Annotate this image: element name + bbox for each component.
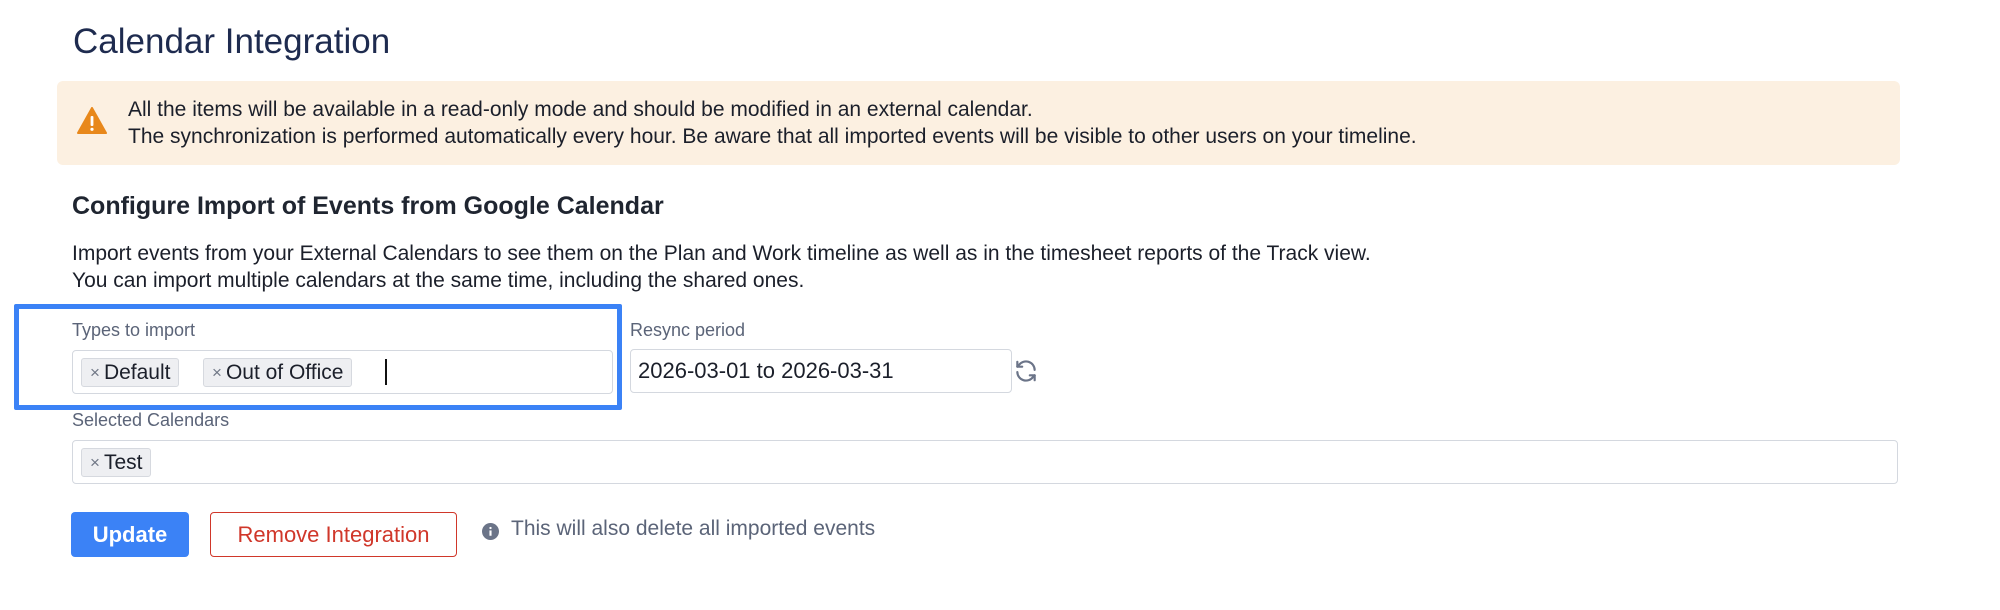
refresh-icon[interactable] <box>1013 358 1039 384</box>
focus-highlight <box>14 304 622 410</box>
section-title: Configure Import of Events from Google C… <box>72 192 664 220</box>
resync-period-label: Resync period <box>630 320 746 340</box>
description-line-2: You can import multiple calendars at the… <box>72 269 805 292</box>
remove-chip-icon[interactable]: × <box>90 453 100 472</box>
description-line-1: Import events from your External Calenda… <box>72 242 1371 265</box>
resync-period-value: 2026-03-01 to 2026-03-31 <box>638 358 894 383</box>
alert-line-1: All the items will be available in a rea… <box>128 98 1033 121</box>
chip-label: Test <box>103 451 143 474</box>
alert-message: All the items will be available in a rea… <box>128 96 1417 150</box>
remove-info-text: This will also delete all imported event… <box>511 517 876 540</box>
update-button[interactable]: Update <box>71 512 189 557</box>
resync-period-input[interactable]: 2026-03-01 to 2026-03-31 <box>630 349 1012 393</box>
remove-integration-button[interactable]: Remove Integration <box>210 512 457 557</box>
section-description: Import events from your External Calenda… <box>72 240 1371 294</box>
info-alert: All the items will be available in a rea… <box>57 81 1900 165</box>
info-icon <box>482 523 499 540</box>
alert-line-2: The synchronization is performed automat… <box>128 125 1417 148</box>
warning-icon <box>77 107 107 134</box>
page-title: Calendar Integration <box>73 22 391 61</box>
calendar-chip-test: × Test <box>81 448 152 477</box>
selected-calendars-input[interactable]: × Test <box>72 440 1898 484</box>
selected-calendars-label: Selected Calendars <box>72 410 230 430</box>
